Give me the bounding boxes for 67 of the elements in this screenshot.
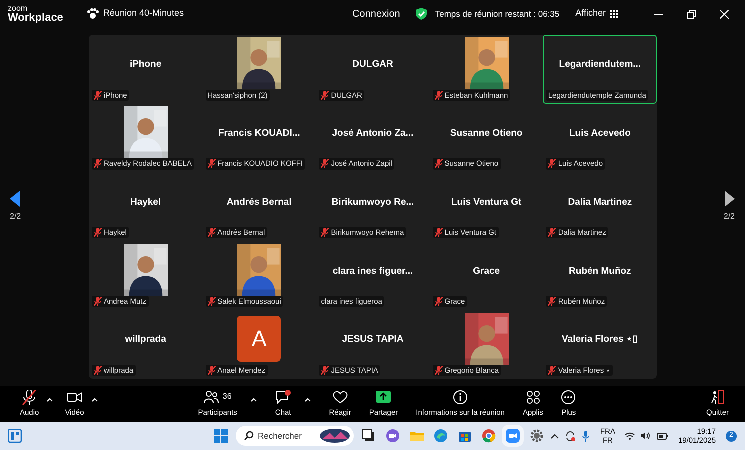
participant-name: Haykel [130, 196, 162, 210]
participant-name: clara ines figuer... [332, 264, 414, 279]
exit-door-icon [710, 390, 726, 405]
caret-icon[interactable] [47, 398, 54, 402]
search-field[interactable]: Rechercher [258, 430, 316, 442]
gear-icon[interactable] [530, 429, 544, 443]
task-view-icon[interactable] [362, 429, 376, 443]
paw-icon[interactable] [87, 8, 100, 20]
store-icon[interactable] [458, 429, 472, 443]
people-icon [204, 390, 219, 405]
share-screen-icon [376, 390, 392, 405]
chrome-icon[interactable] [482, 429, 496, 443]
time-remaining: Temps de réunion restant : 06:35 [435, 8, 560, 20]
restore-icon[interactable] [687, 10, 696, 18]
left-arrow-icon[interactable] [10, 191, 20, 207]
windows-logo-icon[interactable] [214, 429, 228, 443]
widgets-icon[interactable] [8, 429, 22, 443]
participant-name: JESUS TAPIA [342, 333, 404, 348]
avatar-letter: A [237, 316, 282, 362]
page-indicator: 2/2 [724, 211, 735, 223]
battery-icon[interactable] [657, 432, 668, 440]
wifi-icon[interactable] [625, 432, 636, 440]
info-icon [453, 390, 468, 405]
close-icon[interactable] [720, 10, 729, 18]
participant-name: Francis KOUADI... [218, 127, 300, 142]
participant-name: Andrés Bernal [226, 196, 292, 210]
right-arrow-icon[interactable] [725, 191, 735, 207]
participant-name: Valeria Flores ⋆▯ [562, 333, 638, 348]
participant-name: Rubén Muñoz [569, 264, 632, 279]
caret-icon[interactable] [251, 398, 258, 402]
apps-icon [526, 390, 541, 405]
participant-name: Luis Acevedo [569, 127, 631, 142]
chat-icon [276, 390, 291, 405]
landscape-search-icon [320, 429, 350, 443]
microphone-icon[interactable] [582, 430, 590, 442]
participant-name: José Antonio Za... [332, 127, 414, 142]
meeting-title[interactable]: Réunion 40-Minutes [103, 7, 184, 21]
participant-name: Dalia Martinez [568, 196, 632, 210]
search-bar[interactable]: Rechercher [236, 426, 354, 446]
view-button[interactable]: Afficher [576, 7, 606, 21]
participant-name: Luis Ventura Gt [451, 196, 522, 210]
shield-check-icon [416, 8, 428, 20]
video-chat-icon[interactable] [386, 429, 400, 443]
logo-text: zoom [8, 4, 29, 12]
search-icon[interactable] [244, 431, 254, 441]
participant-name: DULGAR [352, 58, 394, 72]
grid-icon [610, 10, 618, 18]
muted-mic-icon [22, 390, 38, 405]
page-indicator: 2/2 [10, 211, 22, 223]
browser-wave-icon[interactable] [434, 429, 448, 443]
participant-name: Birikumwoyo Re... [332, 196, 414, 210]
heart-icon [332, 390, 348, 405]
caret-icon[interactable] [305, 398, 312, 402]
participant-name: Grace [473, 264, 500, 279]
signin-link[interactable]: Connexion [352, 6, 400, 22]
sync-icon[interactable] [565, 430, 576, 442]
caret-icon[interactable] [92, 398, 98, 402]
more-icon [561, 390, 576, 405]
chevron-up-icon[interactable] [551, 434, 560, 438]
participant-name: Susanne Otieno [450, 127, 523, 142]
participant-name: iPhone [130, 58, 162, 72]
video-app-icon[interactable] [506, 429, 520, 443]
participant-name: willprada [125, 333, 166, 348]
participant-count: 36 [222, 391, 232, 404]
speaker-icon[interactable] [641, 432, 652, 440]
logo-text: Workplace [8, 12, 64, 24]
participant-name: Legardiendutem... [559, 58, 642, 72]
